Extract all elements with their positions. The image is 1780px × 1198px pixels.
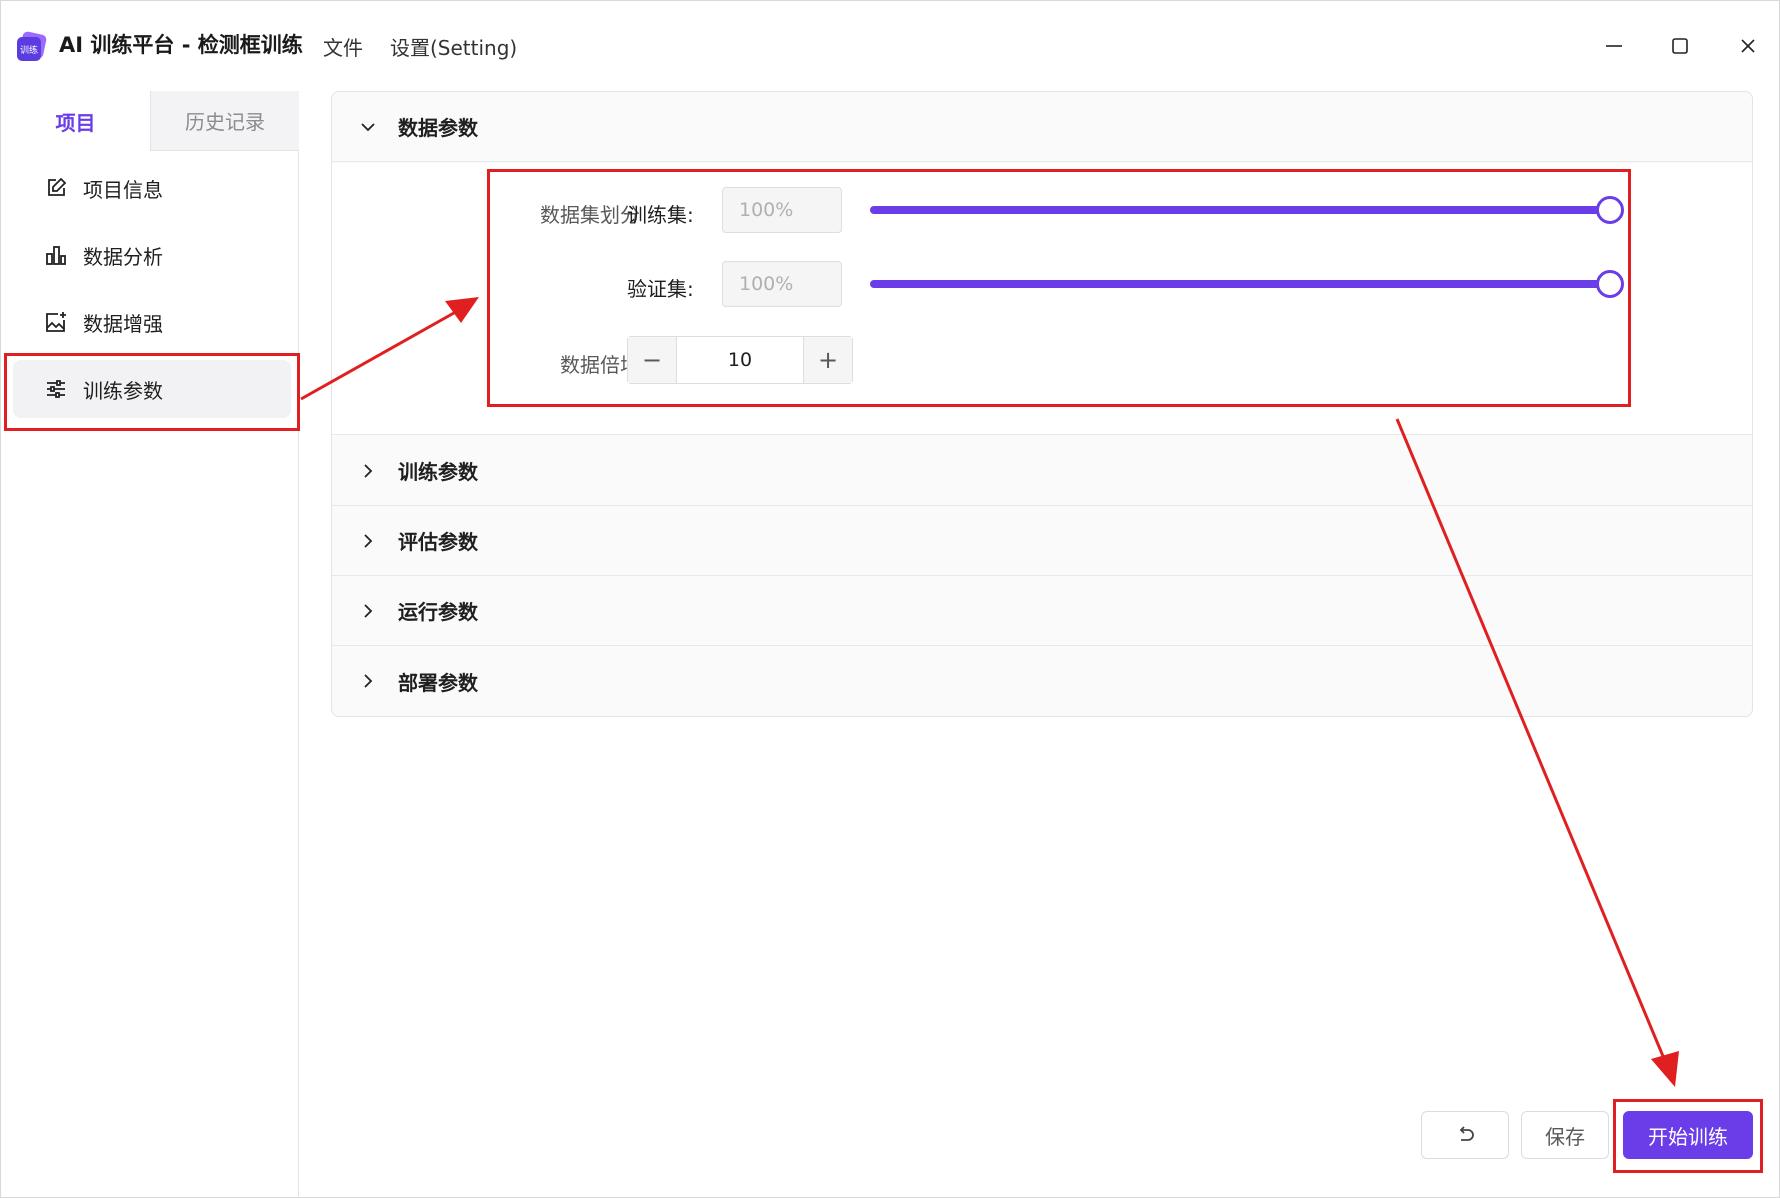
app-logo-text: 训练 — [20, 44, 38, 56]
app-logo-icon: 训练 — [17, 31, 47, 61]
nav-item-data-augment[interactable]: 数据增强 — [13, 293, 291, 351]
chevron-right-icon — [356, 669, 380, 693]
left-tab-bar: 项目 历史记录 — [1, 91, 299, 151]
chevron-right-icon — [356, 599, 380, 623]
chevron-right-icon — [356, 459, 380, 483]
left-panel-divider — [298, 151, 299, 1198]
menu-settings[interactable]: 设置(Setting) — [390, 32, 517, 61]
chevron-right-icon — [356, 529, 380, 553]
section-title: 数据参数 — [398, 116, 478, 140]
section-run-params-header[interactable]: 运行参数 — [332, 576, 1752, 646]
section-train-params-header[interactable]: 训练参数 — [332, 436, 1752, 506]
reset-button[interactable] — [1421, 1111, 1509, 1159]
nav-item-data-analysis[interactable]: 数据分析 — [13, 226, 291, 284]
undo-icon — [1459, 1126, 1474, 1141]
section-title: 部署参数 — [398, 670, 478, 695]
annotation-box-start — [1613, 1099, 1763, 1173]
section-title: 评估参数 — [398, 530, 478, 554]
section-deploy-params-header[interactable]: 部署参数 — [332, 646, 1752, 716]
nav-item-label: 数据增强 — [83, 311, 163, 336]
save-button[interactable]: 保存 — [1521, 1111, 1609, 1159]
annotation-box-nav — [4, 353, 300, 431]
section-eval-params-header[interactable]: 评估参数 — [332, 506, 1752, 576]
tab-history[interactable]: 历史记录 — [150, 91, 299, 151]
edit-icon — [43, 175, 69, 201]
section-data-params-header[interactable]: 数据参数 — [332, 92, 1752, 162]
nav-item-label: 数据分析 — [83, 244, 163, 269]
maximize-icon — [1672, 38, 1688, 54]
close-button[interactable] — [1733, 31, 1763, 61]
close-icon — [1741, 39, 1755, 53]
menu-file[interactable]: 文件 — [323, 32, 363, 61]
section-title: 运行参数 — [398, 600, 478, 624]
annotation-box-data-params — [487, 169, 1631, 407]
nav-item-project-info[interactable]: 项目信息 — [13, 159, 291, 217]
tab-project[interactable]: 项目 — [1, 91, 150, 151]
app-title: AI 训练平台 - 检测框训练 — [59, 33, 303, 57]
maximize-button[interactable] — [1665, 31, 1695, 61]
chevron-down-icon — [356, 115, 380, 139]
bar-chart-icon — [43, 242, 69, 268]
minimize-button[interactable] — [1599, 31, 1629, 61]
app-window: 训练 AI 训练平台 - 检测框训练 文件 设置(Setting) 项目 历史记… — [0, 0, 1780, 1198]
title-bar: 训练 AI 训练平台 - 检测框训练 文件 设置(Setting) — [1, 1, 1779, 91]
arrowhead-right — [1651, 1051, 1679, 1087]
image-plus-icon — [43, 309, 69, 335]
section-title: 训练参数 — [398, 460, 478, 484]
nav-item-label: 项目信息 — [83, 177, 163, 202]
minimize-icon — [1606, 45, 1622, 47]
